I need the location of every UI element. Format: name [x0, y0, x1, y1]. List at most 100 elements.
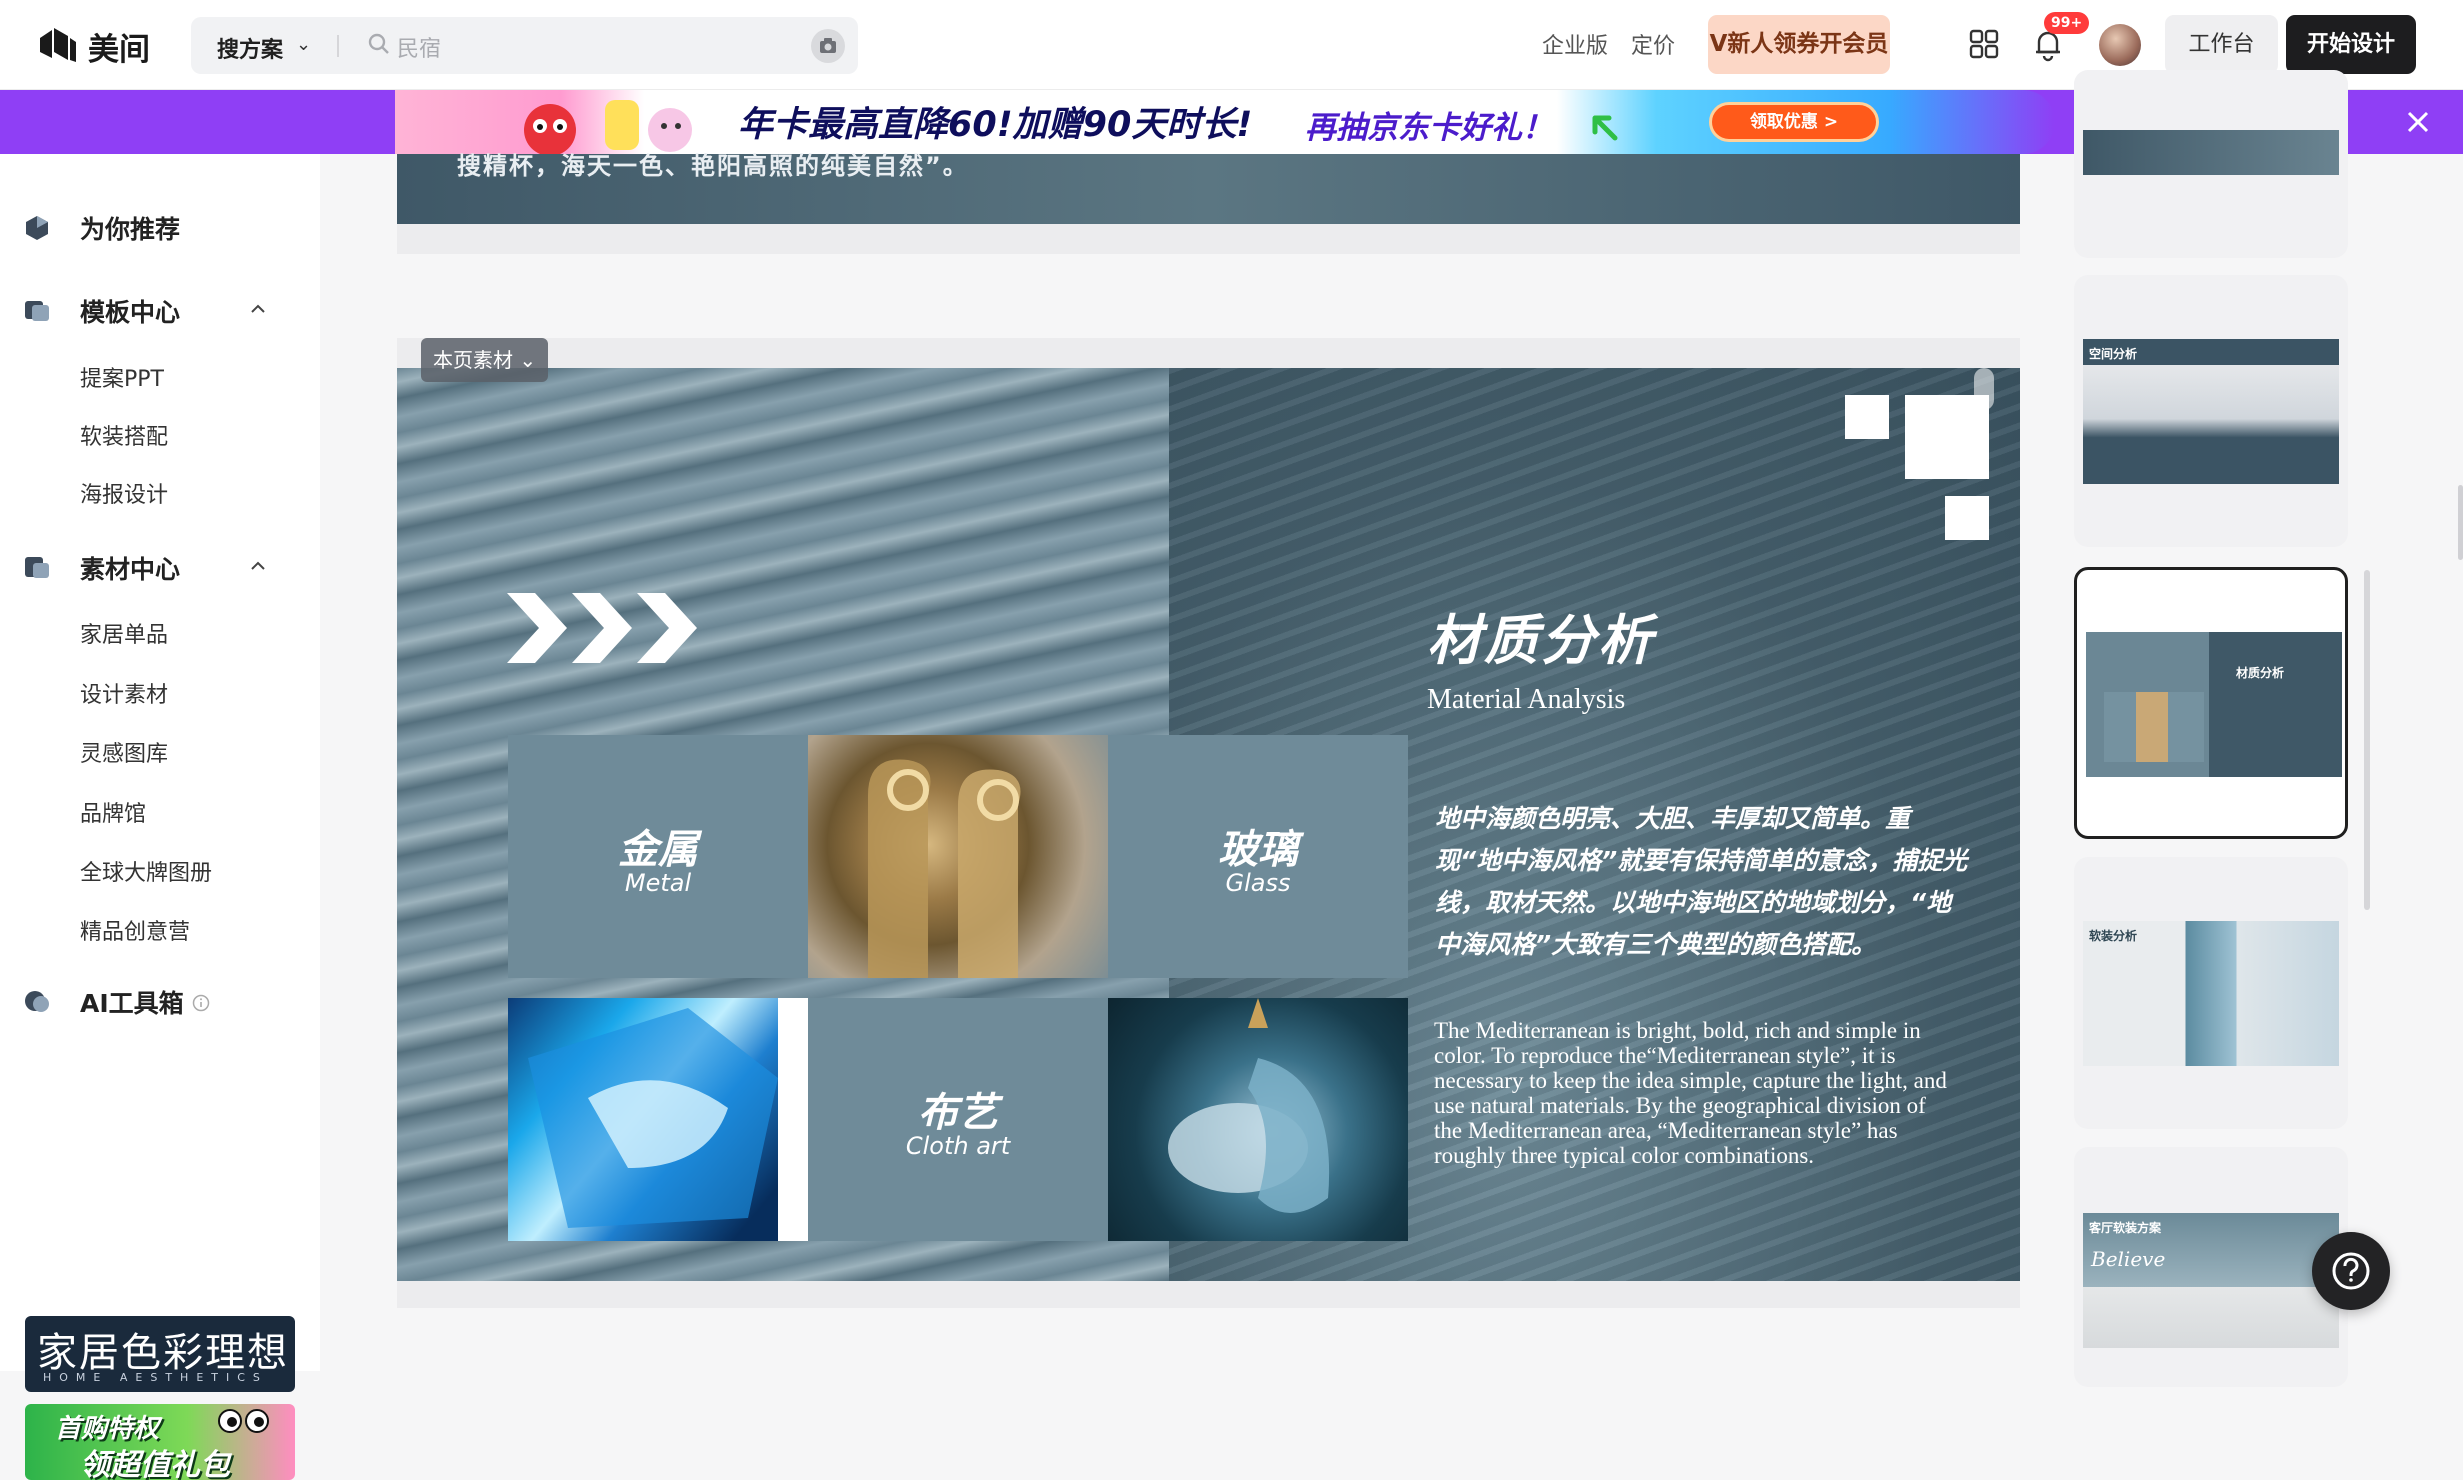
slide-scroll-handle[interactable]	[1974, 368, 1994, 410]
triple-chevron-icon	[507, 593, 697, 663]
sidebar-item-ai-tools[interactable]: AI工具箱	[22, 980, 282, 1020]
metal-chair-photo	[808, 735, 1108, 978]
thumbnail-label: 材质分析	[2236, 666, 2285, 680]
previous-slide-text: 搜精杯，海天一色、艳阳高照的纯美自然”。	[457, 152, 969, 180]
sidebar-item-inspiration-gallery[interactable]: 灵感图库	[80, 736, 168, 768]
sidebar-item-label: AI工具箱	[80, 989, 184, 1018]
search-input[interactable]: 民宿	[397, 31, 441, 63]
sidebar-item-home-products[interactable]: 家居单品	[80, 617, 168, 649]
slide-body-en: The Mediterranean is bright, bold, rich …	[1434, 1018, 1947, 1168]
previous-slide: 搜精杯，海天一色、艳阳高照的纯美自然”。	[397, 152, 2020, 224]
thumbnail-label: 空间分析	[2089, 347, 2138, 361]
blue-glass-photo	[508, 998, 808, 1241]
page-scrollbar[interactable]	[2458, 485, 2463, 560]
template-icon	[25, 301, 49, 321]
thumbnail-slide[interactable]: 空间分析	[2074, 275, 2348, 547]
vip-button[interactable]: V新人领券开会员	[1708, 15, 1890, 74]
arrow-pointer-icon	[1592, 115, 1618, 141]
banner-mascot-icon	[524, 100, 692, 154]
apps-grid-icon[interactable]	[1966, 26, 2002, 62]
chevron-up-icon[interactable]	[248, 299, 268, 319]
material-analysis-slide: 金属 Metal 玻璃 Glass 布艺 Cloth art 材质分析 Mate…	[397, 368, 2020, 1281]
logo-text: 美间	[88, 32, 150, 68]
sidebar-item-material-center[interactable]: 素材中心	[22, 546, 282, 586]
camera-search-icon[interactable]	[811, 29, 845, 63]
sidebar-item-brand-hall[interactable]: 品牌馆	[80, 796, 146, 828]
thumbnail-label: 软装分析	[2089, 929, 2138, 943]
sidebar-item-design-materials[interactable]: 设计素材	[80, 677, 168, 709]
eyes-icon	[218, 1409, 269, 1433]
start-design-button[interactable]: 开始设计	[2286, 15, 2416, 74]
pricing-link[interactable]: 定价	[1631, 28, 1675, 60]
promo-subtitle: HOME AESTHETICS	[43, 1371, 268, 1384]
ai-tools-icon	[25, 991, 49, 1012]
sidebar-item-poster-design[interactable]: 海报设计	[80, 477, 168, 509]
tile-title-cn: 布艺	[918, 1090, 998, 1136]
banner-sub-text: 再抽京东卡好礼！	[1305, 110, 1553, 146]
enterprise-link[interactable]: 企业版	[1542, 28, 1608, 60]
thumbnails-scrollbar[interactable]	[2364, 570, 2370, 910]
decor-square	[1945, 496, 1989, 540]
first-purchase-promo[interactable]: 首购特权 领超值礼包	[25, 1404, 295, 1480]
decor-square	[1905, 395, 1989, 479]
avatar[interactable]	[2099, 24, 2141, 66]
search-divider	[337, 35, 339, 57]
slide-canvas: 搜精杯，海天一色、艳阳高照的纯美自然”。 金属 Metal 玻璃 Glass 布…	[397, 152, 2020, 1371]
logo[interactable]: 美间	[38, 22, 154, 68]
banner-main-text: 年卡最高直降60!加赠90天时长!	[738, 105, 1253, 145]
sidebar-item-global-brand-catalogs[interactable]: 全球大牌图册	[80, 855, 212, 887]
color-ideal-promo[interactable]: 家居色彩理想国 HOME AESTHETICS	[25, 1316, 295, 1392]
sidebar: 为你推荐 模板中心 提案PPT 软装搭配 海报设计 素材中心 家居单品 设计素材…	[0, 154, 320, 1480]
tile-title-cn: 金属	[618, 827, 698, 873]
previous-slide-card[interactable]: 搜精杯，海天一色、艳阳高照的纯美自然”。	[397, 152, 2020, 254]
tile-title-en: Cloth art	[905, 1132, 1011, 1160]
thumbnail-label: 客厅软装方案	[2089, 1221, 2162, 1235]
sidebar-item-creative-camp[interactable]: 精品创意营	[80, 914, 190, 946]
sidebar-item-proposal-ppt[interactable]: 提案PPT	[80, 361, 164, 393]
thumbnail-script-text: Believe	[2091, 1247, 2166, 1271]
tile-title-cn: 玻璃	[1218, 827, 1298, 873]
logo-icon	[40, 28, 76, 62]
workbench-button[interactable]: 工作台	[2165, 15, 2278, 74]
search-bar[interactable]: 搜方案 ⌄ 民宿	[191, 17, 858, 74]
search-icon	[368, 33, 389, 54]
chevron-up-icon[interactable]	[248, 556, 268, 576]
sidebar-item-recommend[interactable]: 为你推荐	[22, 206, 282, 246]
thumbnail-image: 客厅软装方案 Believe	[2083, 1213, 2339, 1348]
recommend-icon	[26, 216, 48, 240]
thumbnail-image: 材质分析	[2086, 632, 2342, 777]
tile-title-en: Metal	[624, 869, 692, 897]
page-materials-dropdown[interactable]: 本页素材 ⌄	[421, 338, 549, 382]
material-icon	[25, 557, 49, 578]
sidebar-item-label: 为你推荐	[80, 215, 181, 244]
decor-square	[1845, 395, 1889, 439]
cloth-pillow-photo	[1108, 998, 1408, 1241]
close-icon[interactable]	[2400, 104, 2436, 140]
claim-discount-button[interactable]: 领取优惠 >	[1709, 102, 1879, 142]
current-slide-card[interactable]: 金属 Metal 玻璃 Glass 布艺 Cloth art 材质分析 Mate…	[397, 338, 2020, 1308]
sidebar-item-label: 素材中心	[80, 555, 181, 584]
sidebar-item-soft-furnishing[interactable]: 软装搭配	[80, 419, 168, 451]
question-icon	[2332, 1252, 2370, 1290]
sidebar-item-label: 模板中心	[80, 298, 181, 327]
notification-badge: 99+	[2044, 12, 2090, 34]
sidebar-item-template-center[interactable]: 模板中心	[22, 289, 282, 329]
help-button[interactable]	[2312, 1232, 2390, 1310]
promo-line-2: 领超值礼包	[80, 1448, 230, 1480]
material-tile-cloth: 布艺 Cloth art	[808, 998, 1108, 1241]
dropdown-label: 本页素材	[433, 348, 513, 372]
slide-title: 材质分析	[1427, 609, 1655, 672]
slide-body-cn: 地中海颜色明亮、大胆、丰厚却又简单。重现“地中海风格”就要有保持简单的意念，捕捉…	[1435, 804, 1968, 959]
thumbnail-image: 软装分析	[2083, 921, 2339, 1066]
thumbnail-slide[interactable]: 客厅软装方案 Believe	[2074, 1147, 2348, 1387]
info-icon[interactable]	[192, 994, 210, 1012]
thumbnail-image	[2083, 130, 2339, 175]
thumbnail-slide[interactable]: 软装分析	[2074, 857, 2348, 1129]
search-type-select[interactable]: 搜方案	[217, 32, 283, 64]
thumbnail-slide[interactable]	[2074, 70, 2348, 258]
chevron-down-icon[interactable]: ⌄	[296, 34, 311, 55]
thumbnail-tiles	[2104, 692, 2204, 762]
thumbnail-image: 空间分析	[2083, 339, 2339, 484]
thumbnail-slide-selected[interactable]: 材质分析	[2074, 567, 2348, 839]
material-tile-glass: 玻璃 Glass	[1108, 735, 1408, 978]
